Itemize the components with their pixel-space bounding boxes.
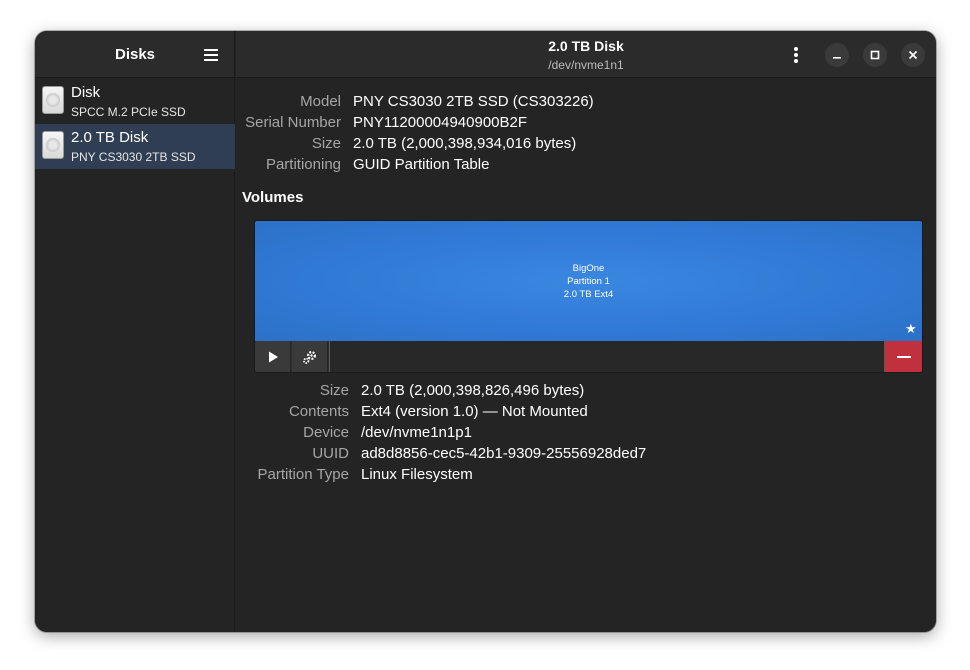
maximize-icon [870, 50, 880, 60]
prop-value: Ext4 (version 1.0) — Not Mounted [361, 403, 588, 420]
play-icon [268, 351, 278, 362]
sidebar-item-label: 2.0 TB Disk [71, 129, 149, 146]
prop-label: Model [300, 93, 341, 110]
partition-number: Partition 1 [567, 276, 610, 287]
prop-label: UUID [312, 445, 349, 462]
prop-label: Size [319, 382, 349, 399]
prop-value: GUID Partition Table [353, 156, 490, 173]
vol-partition-type: Partition Type Linux Filesystem [236, 465, 936, 485]
prop-value: 2.0 TB (2,000,398,934,016 bytes) [353, 135, 577, 152]
prop-value: 2.0 TB (2,000,398,826,496 bytes) [361, 382, 585, 399]
volume-toolbar [255, 341, 922, 372]
prop-value: Linux Filesystem [361, 466, 473, 483]
sidebar-item-label: Disk [71, 84, 101, 101]
disks-window: Disks Disk SPCC M.2 PCIe SSD 2.0 TB Disk… [35, 31, 936, 632]
partition-block[interactable]: BigOne Partition 1 2.0 TB Ext4 ★ [255, 221, 922, 341]
gears-icon [302, 350, 316, 364]
headerbar: 2.0 TB Disk /dev/nvme1n1 [236, 31, 936, 78]
sidebar-item-sublabel: SPCC M.2 PCIe SSD [71, 105, 186, 119]
vol-uuid: UUID ad8d8856-cec5-42b1-9309-25556928ded… [236, 444, 936, 464]
minimize-button[interactable] [825, 43, 849, 67]
partition-label: BigOne Partition 1 2.0 TB Ext4 [255, 262, 922, 301]
partition-name: BigOne [572, 263, 605, 274]
main-pane: 2.0 TB Disk /dev/nvme1n1 Model PNY CS303… [236, 31, 936, 632]
sidebar-header: Disks [35, 31, 234, 78]
prop-serial: Serial Number PNY11200004940900B2F [236, 113, 936, 133]
drive-icon [42, 131, 64, 159]
prop-label: Partition Type [257, 466, 349, 483]
prop-model: Model PNY CS3030 2TB SSD (CS303226) [236, 92, 936, 112]
prop-value: /dev/nvme1n1p1 [361, 424, 472, 441]
prop-label: Size [311, 135, 341, 152]
minimize-icon [833, 57, 841, 59]
prop-value: ad8d8856-cec5-42b1-9309-25556928ded7 [361, 445, 647, 462]
settings-button[interactable] [292, 341, 328, 372]
sidebar: Disks Disk SPCC M.2 PCIe SSD 2.0 TB Disk… [35, 31, 235, 632]
hamburger-menu-icon[interactable] [201, 45, 221, 65]
vertical-dots-icon[interactable] [786, 45, 806, 65]
volume-map: BigOne Partition 1 2.0 TB Ext4 ★ [254, 220, 923, 373]
sidebar-item-disk[interactable]: Disk SPCC M.2 PCIe SSD [35, 79, 235, 124]
delete-partition-button[interactable] [885, 341, 922, 372]
close-button[interactable] [901, 43, 925, 67]
prop-label: Partitioning [265, 156, 341, 173]
close-icon [908, 50, 918, 60]
vol-contents: Contents Ext4 (version 1.0) — Not Mounte… [236, 402, 936, 422]
vol-device: Device /dev/nvme1n1p1 [236, 423, 936, 443]
prop-partitioning: Partitioning GUID Partition Table [236, 155, 936, 175]
volumes-heading: Volumes [242, 189, 304, 206]
drive-icon [42, 86, 64, 114]
minus-icon [896, 355, 911, 358]
prop-label: Device [303, 424, 349, 441]
prop-value: PNY11200004940900B2F [353, 114, 528, 131]
prop-label: Serial Number [245, 114, 341, 131]
maximize-button[interactable] [863, 43, 887, 67]
mount-button[interactable] [255, 341, 291, 372]
toolbar-spacer [329, 341, 885, 372]
partition-fs: 2.0 TB Ext4 [563, 289, 614, 300]
prop-label: Contents [288, 403, 349, 420]
prop-value: PNY CS3030 2TB SSD (CS303226) [353, 93, 594, 110]
sidebar-item-2tb-disk[interactable]: 2.0 TB Disk PNY CS3030 2TB SSD [35, 124, 235, 169]
star-icon: ★ [905, 321, 917, 336]
prop-size: Size 2.0 TB (2,000,398,934,016 bytes) [236, 134, 936, 154]
sidebar-item-sublabel: PNY CS3030 2TB SSD [71, 150, 196, 164]
vol-size: Size 2.0 TB (2,000,398,826,496 bytes) [236, 381, 936, 401]
